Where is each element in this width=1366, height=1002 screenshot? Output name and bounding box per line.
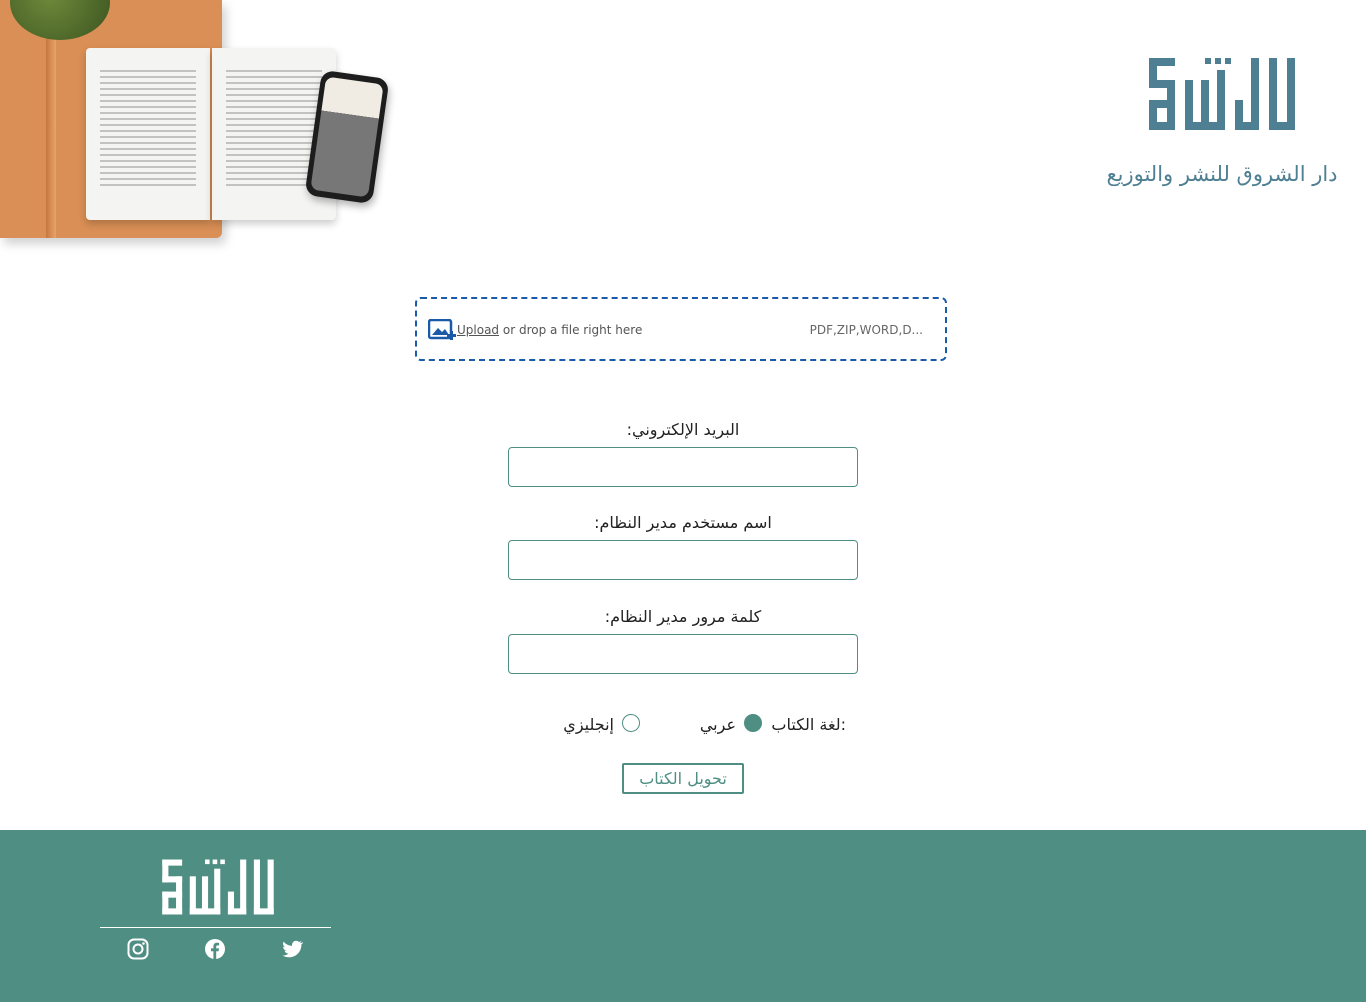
radio-arabic-label[interactable]: عربي xyxy=(700,715,736,734)
accepted-formats: PDF,ZIP,WORD,D... xyxy=(809,323,923,337)
username-field-group: اسم مستخدم مدير النظام: xyxy=(508,513,858,580)
twitter-icon[interactable] xyxy=(281,938,303,960)
file-upload-dropzone[interactable]: Upload or drop a file right here PDF,ZIP… xyxy=(415,297,947,361)
alshorouk-logo-icon xyxy=(1149,58,1295,130)
username-label: اسم مستخدم مدير النظام: xyxy=(594,513,772,532)
password-field-group: كلمة مرور مدير النظام: xyxy=(508,607,858,674)
footer xyxy=(0,830,1366,1002)
brand: دار الشروق للنشر والتوزيع xyxy=(1092,56,1352,186)
convert-book-button[interactable]: تحويل الكتاب xyxy=(622,763,744,794)
image-upload-icon xyxy=(428,319,456,340)
radio-english-label[interactable]: إنجليزي xyxy=(563,715,614,734)
open-book-graphic xyxy=(86,48,336,220)
password-label: كلمة مرور مدير النظام: xyxy=(604,607,762,626)
instagram-icon[interactable] xyxy=(127,938,149,960)
radio-english[interactable] xyxy=(622,714,640,732)
email-input[interactable] xyxy=(508,447,858,487)
radio-arabic[interactable] xyxy=(744,714,762,732)
footer-divider xyxy=(100,927,331,928)
book-language-group: لغة الكتاب: عربي إنجليزي xyxy=(540,712,860,738)
upload-instructions: Upload or drop a file right here xyxy=(457,323,642,337)
brand-tagline: دار الشروق للنشر والتوزيع xyxy=(1106,162,1338,186)
email-field-group: البريد الإلكتروني: xyxy=(508,420,858,487)
language-label: لغة الكتاب: xyxy=(771,715,846,734)
facebook-icon[interactable] xyxy=(204,938,226,960)
hero-image xyxy=(0,0,400,250)
username-input[interactable] xyxy=(508,540,858,580)
footer-logo-icon xyxy=(162,859,274,915)
upload-link[interactable]: Upload xyxy=(457,323,499,337)
email-label: البريد الإلكتروني: xyxy=(626,420,740,439)
upload-hint: or drop a file right here xyxy=(502,323,643,337)
password-input[interactable] xyxy=(508,634,858,674)
